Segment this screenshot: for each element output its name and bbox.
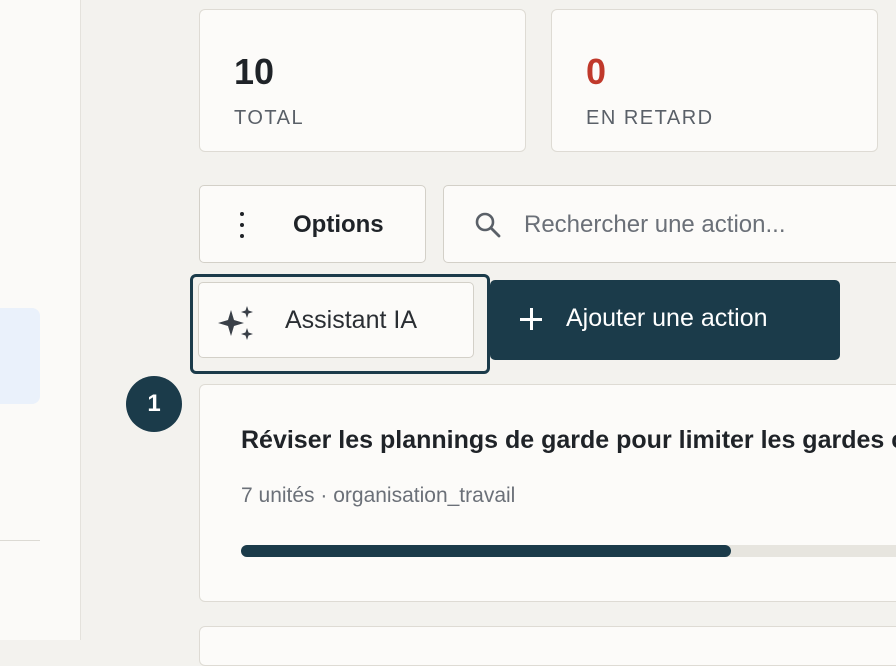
search-icon bbox=[475, 212, 501, 238]
sparkles-icon bbox=[218, 306, 253, 340]
sidebar-active-item[interactable] bbox=[0, 308, 40, 404]
ai-assistant-label: Assistant IA bbox=[285, 306, 417, 334]
stat-card-overdue: 0 EN RETARD bbox=[551, 9, 878, 152]
sidebar-divider bbox=[0, 540, 40, 541]
sidebar bbox=[0, 0, 81, 640]
more-vertical-icon bbox=[240, 212, 244, 238]
search-input[interactable] bbox=[522, 204, 896, 246]
stat-card-total: 10 TOTAL bbox=[199, 9, 526, 152]
add-action-label: Ajouter une action bbox=[566, 304, 768, 332]
stat-total-label: TOTAL bbox=[234, 107, 305, 129]
stat-overdue-value: 0 bbox=[586, 51, 607, 92]
options-button-label: Options bbox=[293, 211, 384, 238]
stat-total-value: 10 bbox=[234, 51, 275, 92]
action-card[interactable]: Réviser les plannings de garde pour limi… bbox=[199, 384, 896, 602]
ai-assistant-button[interactable]: Assistant IA bbox=[198, 282, 474, 358]
search-field[interactable] bbox=[443, 185, 896, 263]
plus-icon bbox=[520, 308, 542, 330]
add-action-button[interactable]: Ajouter une action bbox=[490, 280, 840, 360]
action-meta: 7 unités · organisation_travail bbox=[241, 484, 516, 507]
action-title: Réviser les plannings de garde pour limi… bbox=[241, 426, 896, 454]
rank-badge: 1 bbox=[126, 376, 182, 432]
options-button[interactable]: Options bbox=[199, 185, 426, 263]
action-progress-fill bbox=[241, 545, 731, 557]
action-progress-bar bbox=[241, 545, 896, 557]
action-card[interactable] bbox=[199, 626, 896, 666]
stat-overdue-label: EN RETARD bbox=[586, 107, 714, 129]
